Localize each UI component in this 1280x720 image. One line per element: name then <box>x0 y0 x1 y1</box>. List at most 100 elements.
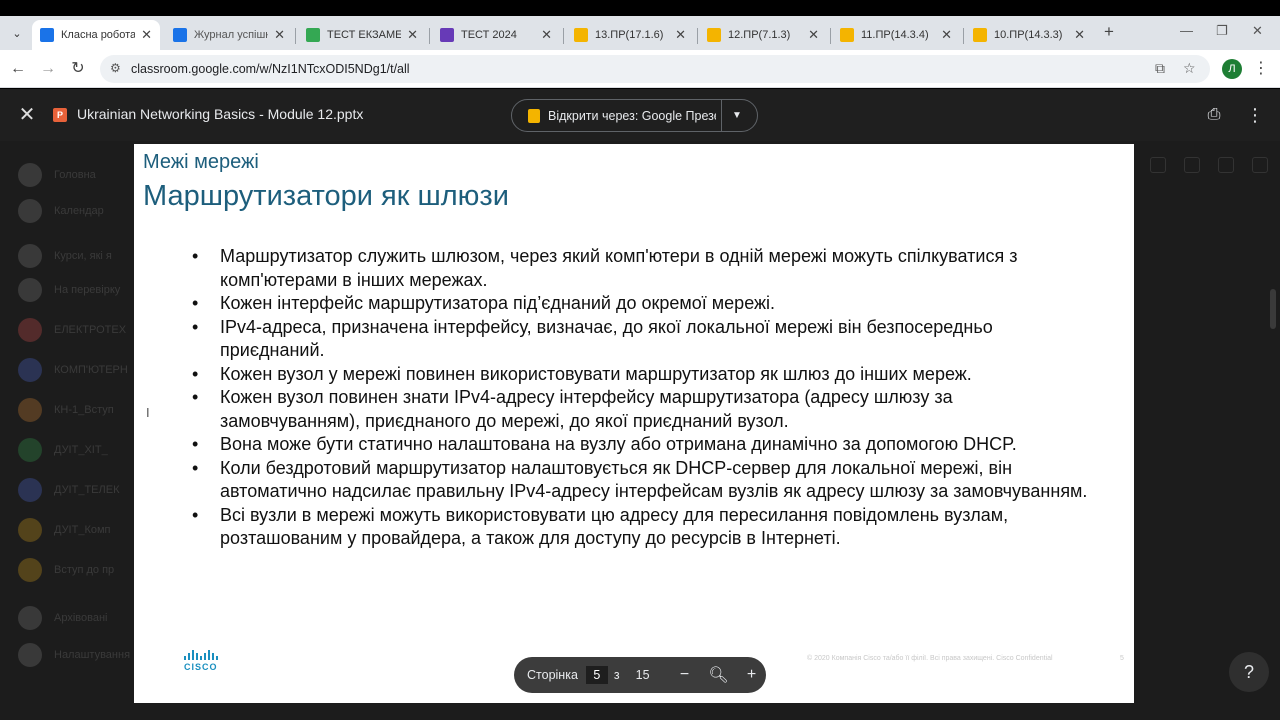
close-tab-icon[interactable]: ✕ <box>541 27 552 43</box>
tab-title: 12.ПР(7.1.3) <box>728 29 791 41</box>
new-tab-plus-icon[interactable]: + <box>1100 23 1118 41</box>
background-sidebar-label: ЕЛЕКТРОТЕХ <box>54 324 127 336</box>
background-sidebar-item: ДУІТ_Комп <box>18 518 111 542</box>
course-avatar <box>18 398 42 422</box>
classroom-favicon-icon <box>173 28 187 42</box>
file-viewer: Головна Календар Курси, які я На перевірку Е… <box>0 89 1280 720</box>
course-avatar <box>18 518 42 542</box>
close-tab-icon[interactable]: ✕ <box>941 27 952 43</box>
background-sidebar-item: ДУІТ_ХІТ_ <box>18 438 108 462</box>
profile-avatar[interactable]: Л <box>1222 59 1242 79</box>
viewer-header: ✕ P Ukrainian Networking Basics - Module… <box>0 89 1280 141</box>
close-viewer-icon[interactable]: ✕ <box>17 103 37 127</box>
close-tab-icon[interactable]: ✕ <box>808 27 819 43</box>
bookmark-star-icon[interactable]: ☆ <box>1183 60 1196 77</box>
address-bar[interactable]: ⚙ classroom.google.com/w/NzI1NTcxODI5NDg… <box>100 55 1210 83</box>
slides-favicon-icon <box>840 28 854 42</box>
back-arrow-icon[interactable]: ← <box>8 59 28 79</box>
open-with-button[interactable]: Відкрити через: Google Презентації ▼ <box>511 99 758 132</box>
zoom-magnifier-icon[interactable]: 🔍︎ <box>708 665 730 685</box>
tab-separator <box>830 28 831 44</box>
background-sidebar-item: Календар <box>18 199 104 223</box>
tab-pr-11[interactable]: 11.ПР(14.3.4) ✕ <box>832 20 960 50</box>
tab-test-exam[interactable]: ТЕСТ ЕКЗАМЕН ✕ <box>298 20 426 50</box>
tab-pr-13[interactable]: 13.ПР(17.1.6) ✕ <box>566 20 694 50</box>
minimize-icon[interactable]: — <box>1180 23 1193 38</box>
close-tab-icon[interactable]: ✕ <box>1074 27 1085 43</box>
page-scrollbar[interactable] <box>1270 289 1276 329</box>
course-avatar <box>18 244 42 268</box>
course-avatar <box>18 558 42 582</box>
background-sidebar-item: Налаштування <box>18 643 130 667</box>
tab-journal[interactable]: Журнал успішно ✕ <box>165 20 293 50</box>
more-options-icon[interactable]: ⋮ <box>1246 103 1264 127</box>
zoom-in-icon[interactable]: + <box>741 666 763 684</box>
background-sidebar-label: Календар <box>54 205 104 217</box>
reload-icon[interactable]: ↻ <box>68 59 88 79</box>
tab-title: 13.ПР(17.1.6) <box>595 29 664 41</box>
bullet-item: Кожен вузол у мережі повинен використову… <box>192 363 1092 387</box>
tab-title: 11.ПР(14.3.4) <box>861 29 929 41</box>
background-sidebar-label: ДУІТ_Комп <box>54 524 111 536</box>
tab-classroom[interactable]: Класна робота д ✕ <box>32 20 160 50</box>
background-sidebar-label: КОМП'ЮТЕРН <box>54 364 128 376</box>
bg-icon <box>1150 157 1166 173</box>
background-sidebar-item: КН-1_Вступ <box>18 398 114 422</box>
tab-search-chevron-icon[interactable]: ⌄ <box>6 22 28 44</box>
restore-icon[interactable]: ❐ <box>1216 23 1228 39</box>
browser-menu-icon[interactable]: ⋮ <box>1253 59 1269 79</box>
background-sidebar-label: Архівовані <box>54 612 108 624</box>
slide-page: Межі мережі Маршрутизатори як шлюзи Марш… <box>134 144 1134 703</box>
zoom-out-icon[interactable]: − <box>674 666 696 684</box>
tab-bar: ⌄ Класна робота д ✕ Журнал успішно ✕ ТЕС… <box>0 16 1280 50</box>
background-sidebar-item: Курси, які я <box>18 244 112 268</box>
classroom-favicon-icon <box>40 28 54 42</box>
bg-icon <box>1252 157 1268 173</box>
tab-separator <box>429 28 430 44</box>
page-of-label: з <box>613 668 620 682</box>
slides-favicon-icon <box>973 28 987 42</box>
window-close-icon[interactable]: ✕ <box>1252 23 1263 39</box>
page-number-input[interactable]: 5 <box>585 666 608 684</box>
slide-number: 5 <box>1120 655 1124 662</box>
background-sidebar-item: ЕЛЕКТРОТЕХ <box>18 318 126 342</box>
bullet-item: Кожен інтерфейс маршрутизатора під’єднан… <box>192 292 1092 316</box>
slide-bullet-list: Маршрутизатор служить шлюзом, через який… <box>192 245 1092 551</box>
site-info-icon[interactable]: ⚙ <box>110 61 126 77</box>
close-tab-icon[interactable]: ✕ <box>675 27 686 43</box>
background-sidebar-label: На перевірку <box>54 284 121 296</box>
tab-separator <box>963 28 964 44</box>
close-tab-icon[interactable]: ✕ <box>407 27 418 43</box>
top-strip <box>0 0 1280 16</box>
close-tab-icon[interactable]: ✕ <box>274 27 285 43</box>
install-app-icon[interactable]: ⧉ <box>1155 60 1165 77</box>
slide-section: Межі мережі <box>143 151 259 173</box>
course-avatar <box>18 163 42 187</box>
print-icon[interactable]: ⎙ <box>1203 105 1225 125</box>
tab-test-2024[interactable]: ТЕСТ 2024 ✕ <box>432 20 560 50</box>
google-slides-icon <box>528 108 540 123</box>
file-title: Ukrainian Networking Basics - Module 12.… <box>77 106 364 122</box>
background-sidebar-label: Вступ до пр <box>54 564 115 576</box>
background-sidebar-label: Налаштування <box>54 649 131 661</box>
background-sidebar-item: На перевірку <box>18 278 120 302</box>
slide-footer: © 2020 Компанія Cisco та/або її філії. В… <box>807 655 1053 662</box>
tab-pr-12[interactable]: 12.ПР(7.1.3) ✕ <box>699 20 827 50</box>
bullet-item: Вона може бути статично налаштована на в… <box>192 433 1092 457</box>
forward-arrow-icon[interactable]: → <box>38 59 58 79</box>
tab-separator <box>295 28 296 44</box>
tab-separator <box>563 28 564 44</box>
chevron-down-icon[interactable]: ▼ <box>722 110 752 121</box>
background-sidebar-item: Головна <box>18 163 96 187</box>
browser-toolbar: ← → ↻ ⚙ classroom.google.com/w/NzI1NTcxO… <box>0 50 1280 88</box>
tab-pr-10[interactable]: 10.ПР(14.3.3) ✕ <box>965 20 1093 50</box>
course-avatar <box>18 318 42 342</box>
course-avatar <box>18 438 42 462</box>
help-icon[interactable]: ? <box>1229 652 1269 692</box>
close-tab-icon[interactable]: ✕ <box>141 27 152 43</box>
page-navigator: Сторінка 5 з 15 − 🔍︎ + <box>514 657 766 693</box>
text-cursor-icon: I <box>146 405 150 420</box>
page-total: 15 <box>635 668 650 682</box>
bg-icon <box>1218 157 1234 173</box>
tab-title: Журнал успішно <box>194 29 268 41</box>
